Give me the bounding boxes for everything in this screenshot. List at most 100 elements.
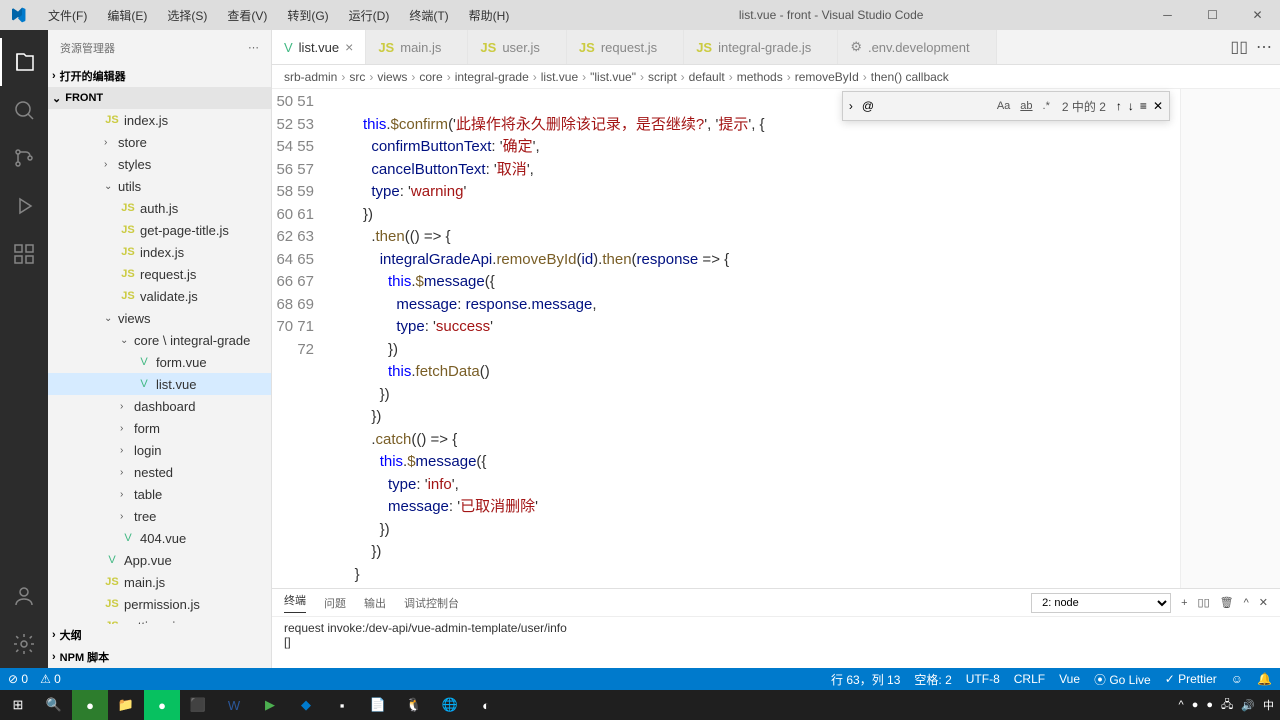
regex-icon[interactable]: .* [1041,98,1052,114]
editor-tab[interactable]: JSrequest.js [567,30,684,64]
tab-debug-console[interactable]: 调试控制台 [404,595,459,611]
tree-item[interactable]: JSget-page-title.js [48,219,271,241]
tree-item[interactable]: ›store [48,131,271,153]
status-encoding[interactable]: UTF-8 [966,672,1000,686]
breadcrumb-item[interactable]: core [419,70,442,84]
terminal-body[interactable]: request invoke:/dev-api/vue-admin-templa… [272,617,1280,668]
settings-icon[interactable] [0,620,48,668]
status-bell-icon[interactable]: 🔔 [1257,672,1272,686]
editor-tab[interactable]: ⚙.env.development [838,30,996,64]
taskbar-app4[interactable]: ◐ [468,690,504,720]
tree-item[interactable]: ›tree [48,505,271,527]
tab-output[interactable]: 输出 [364,595,386,611]
match-case-icon[interactable]: Aa [995,98,1012,114]
tree-item[interactable]: ›table [48,483,271,505]
tree-item[interactable]: Vlist.vue [48,373,271,395]
find-close-icon[interactable]: ✕ [1153,99,1163,113]
minimize-button[interactable]: ─ [1145,0,1190,30]
tray-ime[interactable]: 中 [1263,697,1274,713]
explorer-icon[interactable] [0,38,48,86]
tree-item[interactable]: JSvalidate.js [48,285,271,307]
close-panel-icon[interactable]: ✕ [1259,596,1268,609]
find-selection-icon[interactable]: ≡ [1140,99,1147,113]
extensions-icon[interactable] [0,230,48,278]
taskbar-chrome[interactable]: 🌐 [432,690,468,720]
tree-item[interactable]: ›styles [48,153,271,175]
tree-item[interactable]: ⌄core \ integral-grade [48,329,271,351]
source-control-icon[interactable] [0,134,48,182]
tree-item[interactable]: JSrequest.js [48,263,271,285]
tray-network-icon[interactable]: 🖧 [1221,696,1233,715]
tree-item[interactable]: V404.vue [48,527,271,549]
breadcrumb-item[interactable]: removeById [795,70,859,84]
status-golive[interactable]: ⦿ Go Live [1094,671,1151,688]
system-tray[interactable]: ^ ● ● 🖧 🔊 中 [1179,696,1280,715]
editor-tab[interactable]: JSuser.js [468,30,566,64]
more-icon[interactable]: ⋯ [248,41,259,54]
tree-item[interactable]: JSindex.js [48,109,271,131]
find-next-icon[interactable]: ↓ [1128,99,1134,113]
npm-section[interactable]: ›NPM 脚本 [48,646,271,668]
menu-edit[interactable]: 编辑(E) [99,4,155,27]
new-terminal-icon[interactable]: + [1181,597,1187,609]
breadcrumb-item[interactable]: methods [737,70,783,84]
split-terminal-icon[interactable]: ▯▯ [1198,596,1210,609]
menu-view[interactable]: 查看(V) [219,4,275,27]
close-button[interactable]: ✕ [1235,0,1280,30]
taskbar-search-icon[interactable]: 🔍 [36,690,72,720]
taskbar-app2[interactable]: ▶ [252,690,288,720]
taskbar-terminal[interactable]: ▪ [324,690,360,720]
maximize-panel-icon[interactable]: ^ [1244,597,1249,609]
menu-go[interactable]: 转到(G) [279,4,336,27]
project-section[interactable]: ⌄FRONT [48,87,271,109]
breadcrumb-item[interactable]: integral-grade [455,70,529,84]
find-input[interactable] [859,96,989,116]
file-tree[interactable]: JSindex.js›store›styles⌄utilsJSauth.jsJS… [48,109,271,624]
tree-item[interactable]: JSsettings.js [48,615,271,624]
tab-terminal[interactable]: 终端 [284,592,306,613]
account-icon[interactable] [0,572,48,620]
status-feedback-icon[interactable]: ☺ [1231,672,1243,686]
tree-item[interactable]: ⌄utils [48,175,271,197]
editor-tab[interactable]: JSintegral-grade.js [684,30,838,64]
menu-help[interactable]: 帮助(H) [461,4,518,27]
tray-volume-icon[interactable]: 🔊 [1241,699,1255,712]
tree-item[interactable]: JSmain.js [48,571,271,593]
breadcrumb-item[interactable]: then() callback [871,70,949,84]
menu-run[interactable]: 运行(D) [341,4,398,27]
status-errors[interactable]: ⊘ 0 [8,672,28,686]
breadcrumb-item[interactable]: script [648,70,677,84]
tree-item[interactable]: JSauth.js [48,197,271,219]
kill-terminal-icon[interactable]: 🗑 [1220,596,1234,609]
maximize-button[interactable]: ☐ [1190,0,1235,30]
minimap[interactable] [1180,89,1280,588]
taskbar-word[interactable]: W [216,690,252,720]
open-editors-section[interactable]: ›打开的编辑器 [48,65,271,87]
tree-item[interactable]: VApp.vue [48,549,271,571]
breadcrumb-item[interactable]: list.vue [541,70,578,84]
split-editor-icon[interactable]: ▯▯ [1230,37,1248,57]
find-prev-icon[interactable]: ↑ [1116,99,1122,113]
taskbar-idea[interactable]: ⬛ [180,690,216,720]
tree-item[interactable]: Vform.vue [48,351,271,373]
tree-item[interactable]: ›login [48,439,271,461]
tree-item[interactable]: ›nested [48,461,271,483]
status-indent[interactable]: 空格: 2 [914,671,951,688]
breadcrumb[interactable]: srb-admin›src›views›core›integral-grade›… [272,65,1280,89]
breadcrumb-item[interactable]: views [377,70,407,84]
taskbar-app3[interactable]: 🐧 [396,690,432,720]
outline-section[interactable]: ›大纲 [48,624,271,646]
menu-selection[interactable]: 选择(S) [159,4,215,27]
taskbar-app[interactable]: ● [72,690,108,720]
search-icon[interactable] [0,86,48,134]
breadcrumb-item[interactable]: default [689,70,725,84]
more-actions-icon[interactable]: ⋯ [1256,37,1272,57]
menu-terminal[interactable]: 终端(T) [401,4,456,27]
terminal-select[interactable]: 2: node [1031,593,1171,613]
close-tab-icon[interactable]: × [345,39,353,55]
status-cursor[interactable]: 行 63，列 13 [831,671,900,688]
menu-file[interactable]: 文件(F) [40,4,95,27]
breadcrumb-item[interactable]: srb-admin [284,70,337,84]
toggle-replace-icon[interactable]: › [849,99,853,113]
breadcrumb-item[interactable]: "list.vue" [590,70,636,84]
